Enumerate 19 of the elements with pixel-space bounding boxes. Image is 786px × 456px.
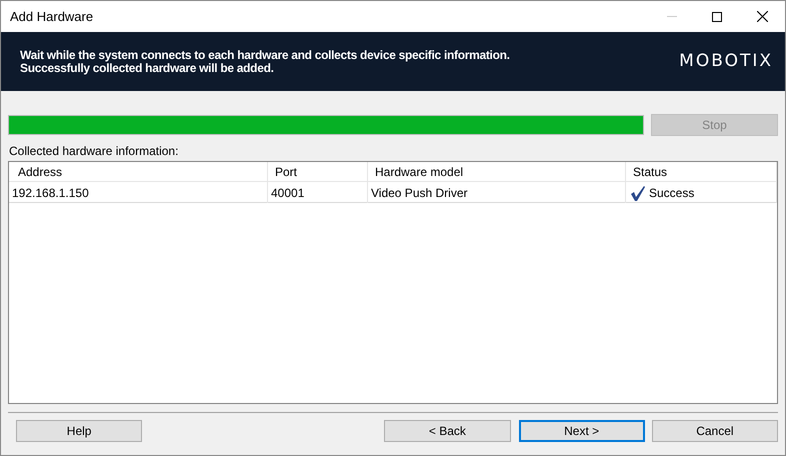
dialog-button[interactable]: Help — [16, 420, 142, 442]
header-message: Wait while the system connects to each hardware and collects device specific information. — [20, 48, 511, 62]
table-caption: Collected hardware information: — [8, 144, 180, 158]
logo: MOBOTIX — [679, 50, 773, 73]
window-title: Add Hardware — [10, 8, 94, 26]
dialog-button[interactable]: Next > — [518, 420, 645, 442]
maximize-icon[interactable] — [712, 12, 722, 22]
dialog-button[interactable]: < Back — [384, 420, 510, 442]
close-icon[interactable] — [757, 11, 768, 22]
column-header[interactable]: Port — [268, 162, 368, 182]
column-header[interactable]: Address — [9, 162, 268, 182]
table-cell-text: Success — [649, 184, 694, 202]
table-cell: 192.168.1.150 — [9, 182, 268, 203]
column-header[interactable]: Hardware model — [368, 162, 626, 182]
header-message: Successfully collected hardware will be added. — [20, 62, 275, 74]
column-header[interactable]: Status — [626, 162, 777, 182]
table-cell: Video Push Driver — [368, 182, 626, 203]
table-cell: 40001 — [268, 182, 368, 203]
dialog-button[interactable]: Cancel — [652, 420, 778, 442]
